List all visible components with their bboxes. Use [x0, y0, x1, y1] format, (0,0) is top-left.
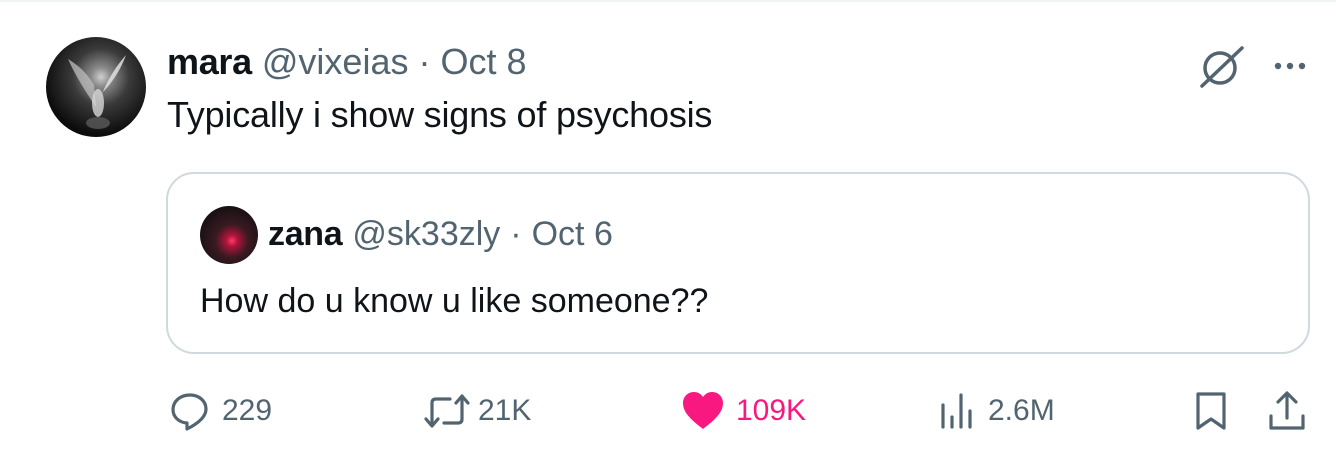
- repost-icon: [424, 394, 470, 428]
- share-button[interactable]: [1264, 388, 1310, 434]
- like-count: 109K: [736, 394, 807, 427]
- quoted-avatar[interactable]: [200, 206, 258, 264]
- views-icon: [941, 393, 972, 429]
- quoted-post-text: How do u know u like someone??: [200, 282, 709, 320]
- repost-count: 21K: [478, 394, 532, 427]
- quoted-author-handle[interactable]: @sk33zly: [352, 215, 500, 254]
- share-icon: [1269, 391, 1305, 430]
- reply-count: 229: [222, 394, 273, 427]
- quoted-post-card[interactable]: zana @sk33zly · Oct 6 How do u know u li…: [166, 172, 1310, 354]
- post-header: mara @vixeias · Oct 8: [167, 40, 527, 84]
- bookmark-button[interactable]: [1190, 388, 1232, 434]
- post-text: Typically i show signs of psychosis: [167, 94, 713, 135]
- author-name[interactable]: mara: [167, 41, 252, 83]
- quoted-post-header: zana @sk33zly · Oct 6: [268, 212, 613, 256]
- reply-icon: [171, 393, 208, 431]
- bookmark-icon: [1196, 392, 1226, 430]
- views-button[interactable]: 2.6M: [936, 388, 1055, 434]
- heart-icon: [683, 392, 723, 429]
- quoted-post-date[interactable]: Oct 6: [532, 215, 613, 254]
- grok-icon[interactable]: [1196, 44, 1250, 90]
- angel-avatar-image: [68, 55, 126, 129]
- top-divider: [0, 0, 1336, 2]
- avatar[interactable]: [46, 37, 146, 137]
- views-count: 2.6M: [988, 394, 1055, 427]
- author-handle[interactable]: @vixeias: [262, 41, 409, 83]
- quoted-header-separator: ·: [510, 214, 522, 253]
- more-icon[interactable]: [1268, 48, 1312, 84]
- quoted-author-name[interactable]: zana: [268, 215, 343, 254]
- post-date[interactable]: Oct 8: [440, 41, 526, 83]
- like-button[interactable]: 109K: [680, 388, 806, 434]
- repost-button[interactable]: 21K: [422, 388, 531, 434]
- reply-button[interactable]: 229: [168, 388, 272, 434]
- header-separator: ·: [418, 41, 431, 82]
